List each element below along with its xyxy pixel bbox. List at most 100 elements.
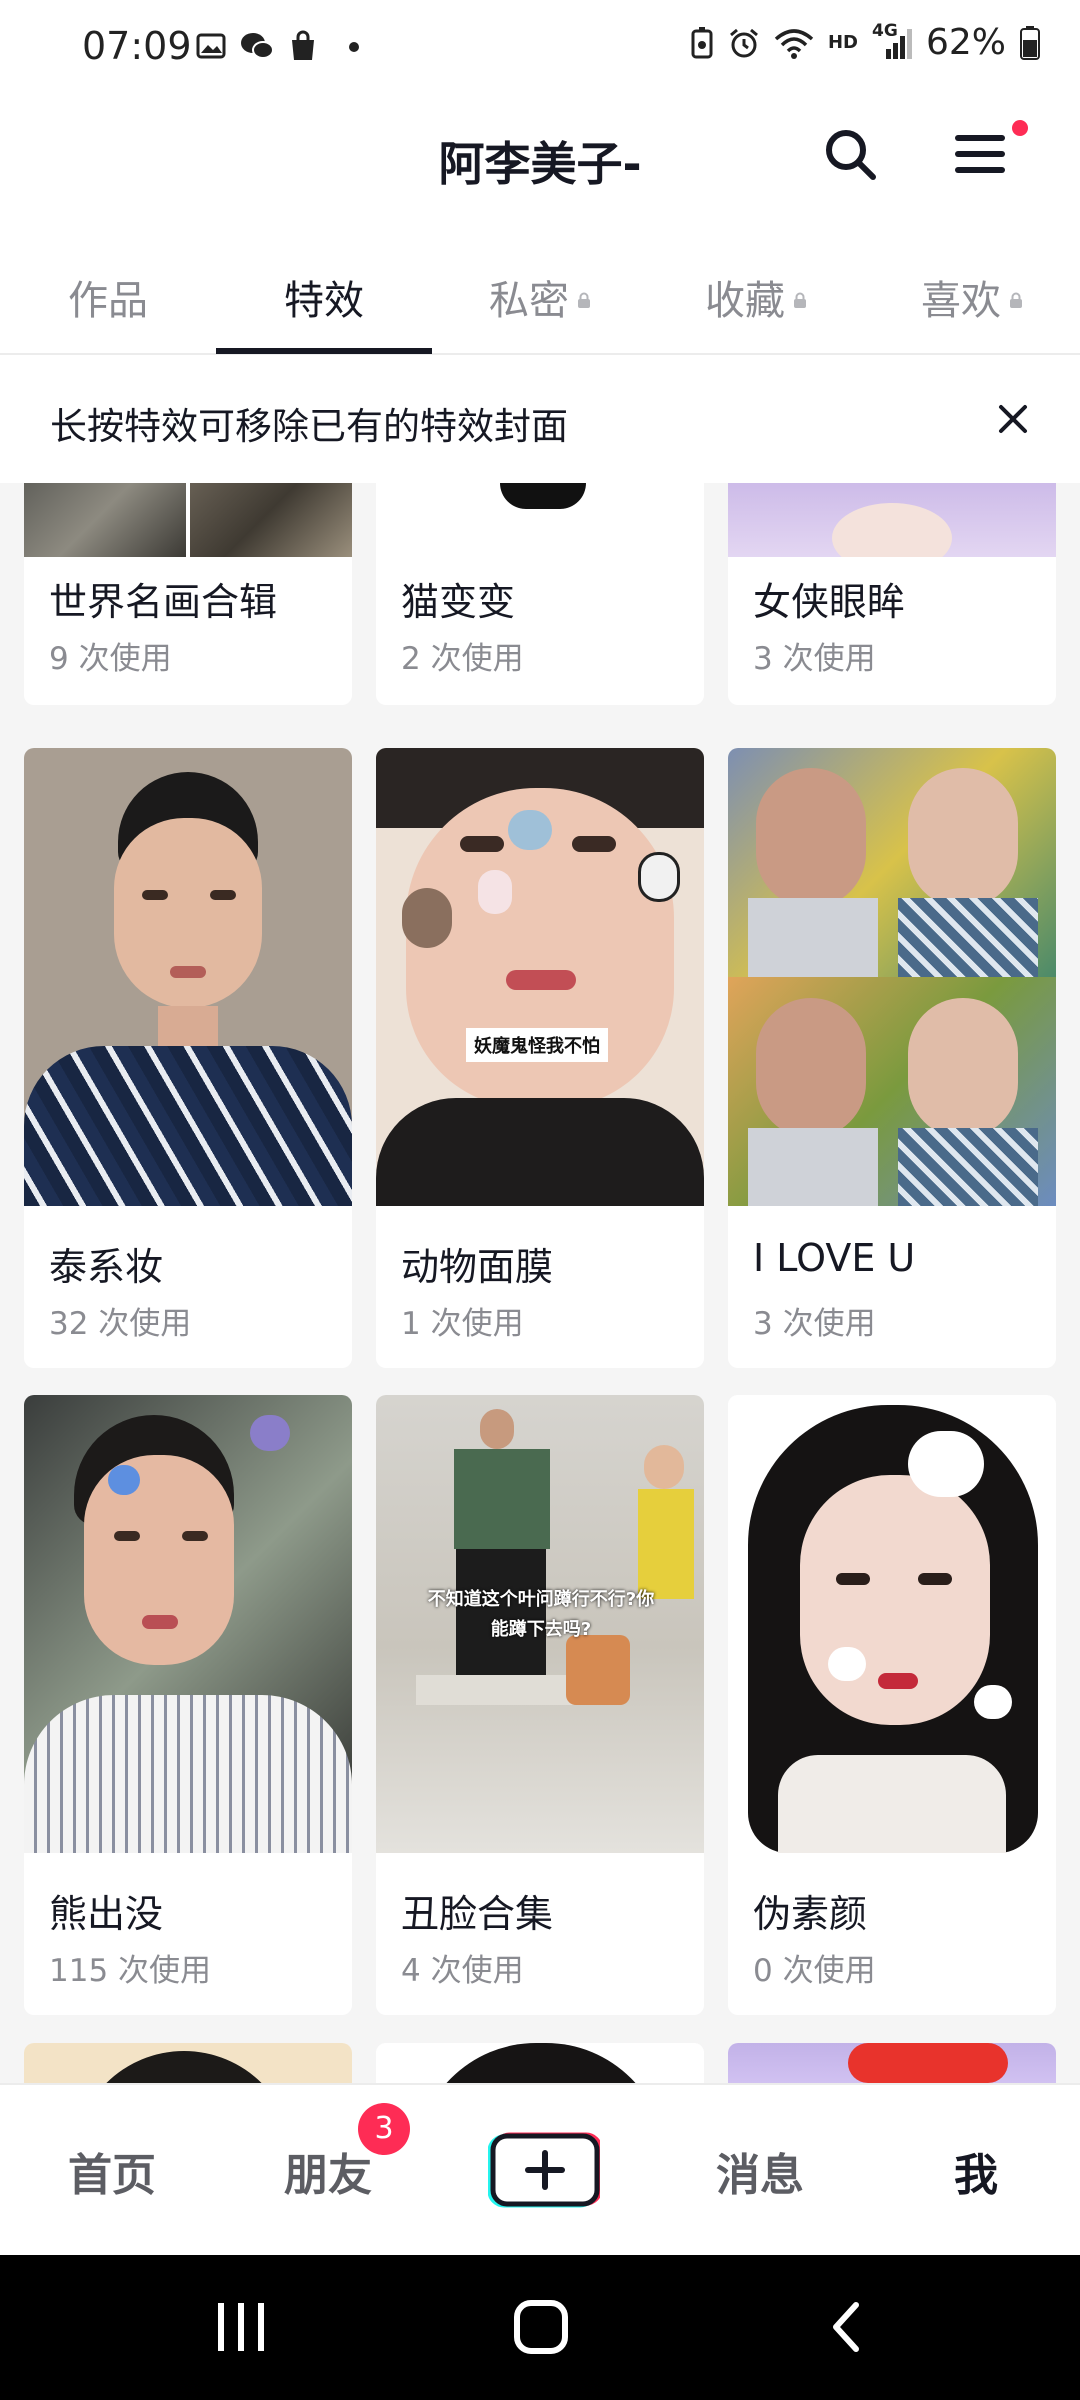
nav-home[interactable]: 首页 <box>4 2085 220 2257</box>
friends-badge: 3 <box>358 2103 410 2155</box>
effect-uses: 2 次使用 <box>401 641 524 677</box>
effect-card[interactable]: 不知道这个叶问蹲行不行?你能蹲下去吗? 丑脸合集 4 次使用 <box>376 1395 704 2015</box>
plus-icon <box>487 2132 603 2208</box>
effect-name: 女侠眼眸 <box>753 580 906 624</box>
tip-text: 长按特效可移除已有的特效封面 <box>50 405 568 448</box>
battery-percent: 62% <box>925 22 1006 63</box>
effect-thumbnail <box>376 2043 704 2083</box>
battery-icon <box>1020 25 1040 60</box>
signal-icon: 4G <box>872 21 912 61</box>
effect-name: 泰系妆 <box>49 1245 164 1289</box>
status-time: 07:09 <box>82 24 192 68</box>
effect-name: 伪素颜 <box>753 1892 868 1936</box>
effect-name: 猫变变 <box>401 580 516 624</box>
app-screen: 07:09 HD 4G 62% 阿李美子- 作品 特效 私密 收藏 喜欢 长按特… <box>0 0 1080 2400</box>
tab-effects[interactable]: 特效 <box>216 240 432 353</box>
hd-indicator: HD <box>827 32 858 53</box>
effect-uses: 1 次使用 <box>401 1306 524 1342</box>
effect-card[interactable]: 世界名画合辑 9 次使用 <box>24 483 352 705</box>
effect-card[interactable]: 女侠眼眸 3 次使用 <box>728 483 1056 705</box>
wechat-icon <box>241 33 274 59</box>
profile-header: 阿李美子- <box>0 100 1080 220</box>
battery-saver-icon <box>691 26 713 58</box>
effect-thumbnail <box>728 483 1056 557</box>
effect-uses: 115 次使用 <box>49 1953 212 1989</box>
tab-label: 作品 <box>68 277 148 324</box>
shopping-bag-icon <box>292 30 314 60</box>
effect-uses: 4 次使用 <box>401 1953 524 1989</box>
effect-name: I LOVE U <box>753 1236 916 1280</box>
nav-messages[interactable]: 消息 <box>652 2085 868 2257</box>
effects-grid: 世界名画合辑 9 次使用 猫变变 2 次使用 女侠眼眸 3 次使用 泰系妆 32… <box>0 483 1080 2083</box>
search-icon[interactable] <box>820 124 880 184</box>
effect-card[interactable] <box>376 2043 704 2083</box>
nav-label: 首页 <box>68 2150 156 2201</box>
active-tab-indicator <box>216 348 432 354</box>
tab-label: 特效 <box>284 277 364 324</box>
tab-label: 收藏 <box>705 277 785 324</box>
effect-name: 世界名画合辑 <box>49 580 278 624</box>
effect-uses: 9 次使用 <box>49 641 172 677</box>
menu-notification-dot <box>1012 120 1028 136</box>
effect-thumbnail: 不知道这个叶问蹲行不行?你能蹲下去吗? <box>376 1395 704 1853</box>
nav-friends[interactable]: 朋友 <box>220 2085 436 2257</box>
menu-icon[interactable] <box>950 124 1010 184</box>
profile-tabs: 作品 特效 私密 收藏 喜欢 <box>0 240 1080 355</box>
effect-thumbnail <box>376 483 704 557</box>
effect-thumbnail <box>728 1395 1056 1853</box>
system-navigation-bar <box>0 2255 1080 2400</box>
notification-icons <box>196 30 362 62</box>
lock-icon <box>1010 292 1022 308</box>
effect-card[interactable]: 伪素颜 0 次使用 <box>728 1395 1056 2015</box>
tab-likes[interactable]: 喜欢 <box>864 240 1080 353</box>
home-icon[interactable] <box>512 2297 570 2357</box>
page-title: 阿李美子- <box>438 137 642 191</box>
tab-label: 喜欢 <box>921 277 1001 324</box>
effect-card[interactable]: I LOVE U 3 次使用 <box>728 748 1056 1368</box>
nav-me[interactable]: 我 <box>868 2085 1080 2257</box>
effect-uses: 3 次使用 <box>753 1306 876 1342</box>
effect-card[interactable] <box>728 2043 1056 2083</box>
tab-private[interactable]: 私密 <box>432 240 648 353</box>
tab-favorites[interactable]: 收藏 <box>648 240 864 353</box>
dot-icon <box>349 42 359 52</box>
tab-works[interactable]: 作品 <box>0 240 216 353</box>
effect-card[interactable]: 泰系妆 32 次使用 <box>24 748 352 1368</box>
nav-label: 消息 <box>716 2150 804 2201</box>
effect-thumbnail <box>24 2043 352 2083</box>
effect-thumbnail <box>728 2043 1056 2083</box>
effect-name: 丑脸合集 <box>401 1892 554 1936</box>
effect-thumbnail <box>24 1395 352 1853</box>
effect-thumbnail <box>24 483 352 557</box>
effect-card[interactable] <box>24 2043 352 2083</box>
effect-uses: 32 次使用 <box>49 1306 192 1342</box>
bottom-navigation: 首页 朋友 3 消息 我 <box>0 2083 1080 2255</box>
tab-label: 私密 <box>489 277 569 324</box>
create-button[interactable] <box>487 2131 603 2209</box>
gallery-icon <box>196 33 226 59</box>
effect-uses: 3 次使用 <box>753 641 876 677</box>
overlay-caption: 不知道这个叶问蹲行不行?你能蹲下去吗? <box>427 1589 655 1640</box>
effect-name: 动物面膜 <box>401 1245 554 1289</box>
effect-name: 熊出没 <box>49 1892 164 1936</box>
effect-thumbnail <box>728 748 1056 1206</box>
lock-icon <box>794 292 806 308</box>
effect-card[interactable]: 妖魔鬼怪我不怕 动物面膜 1 次使用 <box>376 748 704 1368</box>
lock-icon <box>578 292 590 308</box>
effect-card[interactable]: 猫变变 2 次使用 <box>376 483 704 705</box>
system-status: HD 4G 62% <box>690 21 1040 63</box>
status-bar: 07:09 HD 4G 62% <box>0 0 1080 100</box>
tip-banner: 长按特效可移除已有的特效封面 <box>0 358 1080 483</box>
alarm-icon <box>730 28 758 57</box>
effect-thumbnail <box>24 748 352 1206</box>
close-icon[interactable] <box>996 402 1030 436</box>
wifi-icon <box>774 28 814 59</box>
back-icon[interactable] <box>826 2299 866 2355</box>
overlay-caption: 妖魔鬼怪我不怕 <box>466 1028 608 1062</box>
effect-card[interactable]: 熊出没 115 次使用 <box>24 1395 352 2015</box>
effect-thumbnail: 妖魔鬼怪我不怕 <box>376 748 704 1206</box>
nav-label: 我 <box>954 2150 998 2201</box>
nav-label: 朋友 <box>284 2150 372 2201</box>
recent-apps-icon[interactable] <box>214 2299 268 2355</box>
effect-uses: 0 次使用 <box>753 1953 876 1989</box>
